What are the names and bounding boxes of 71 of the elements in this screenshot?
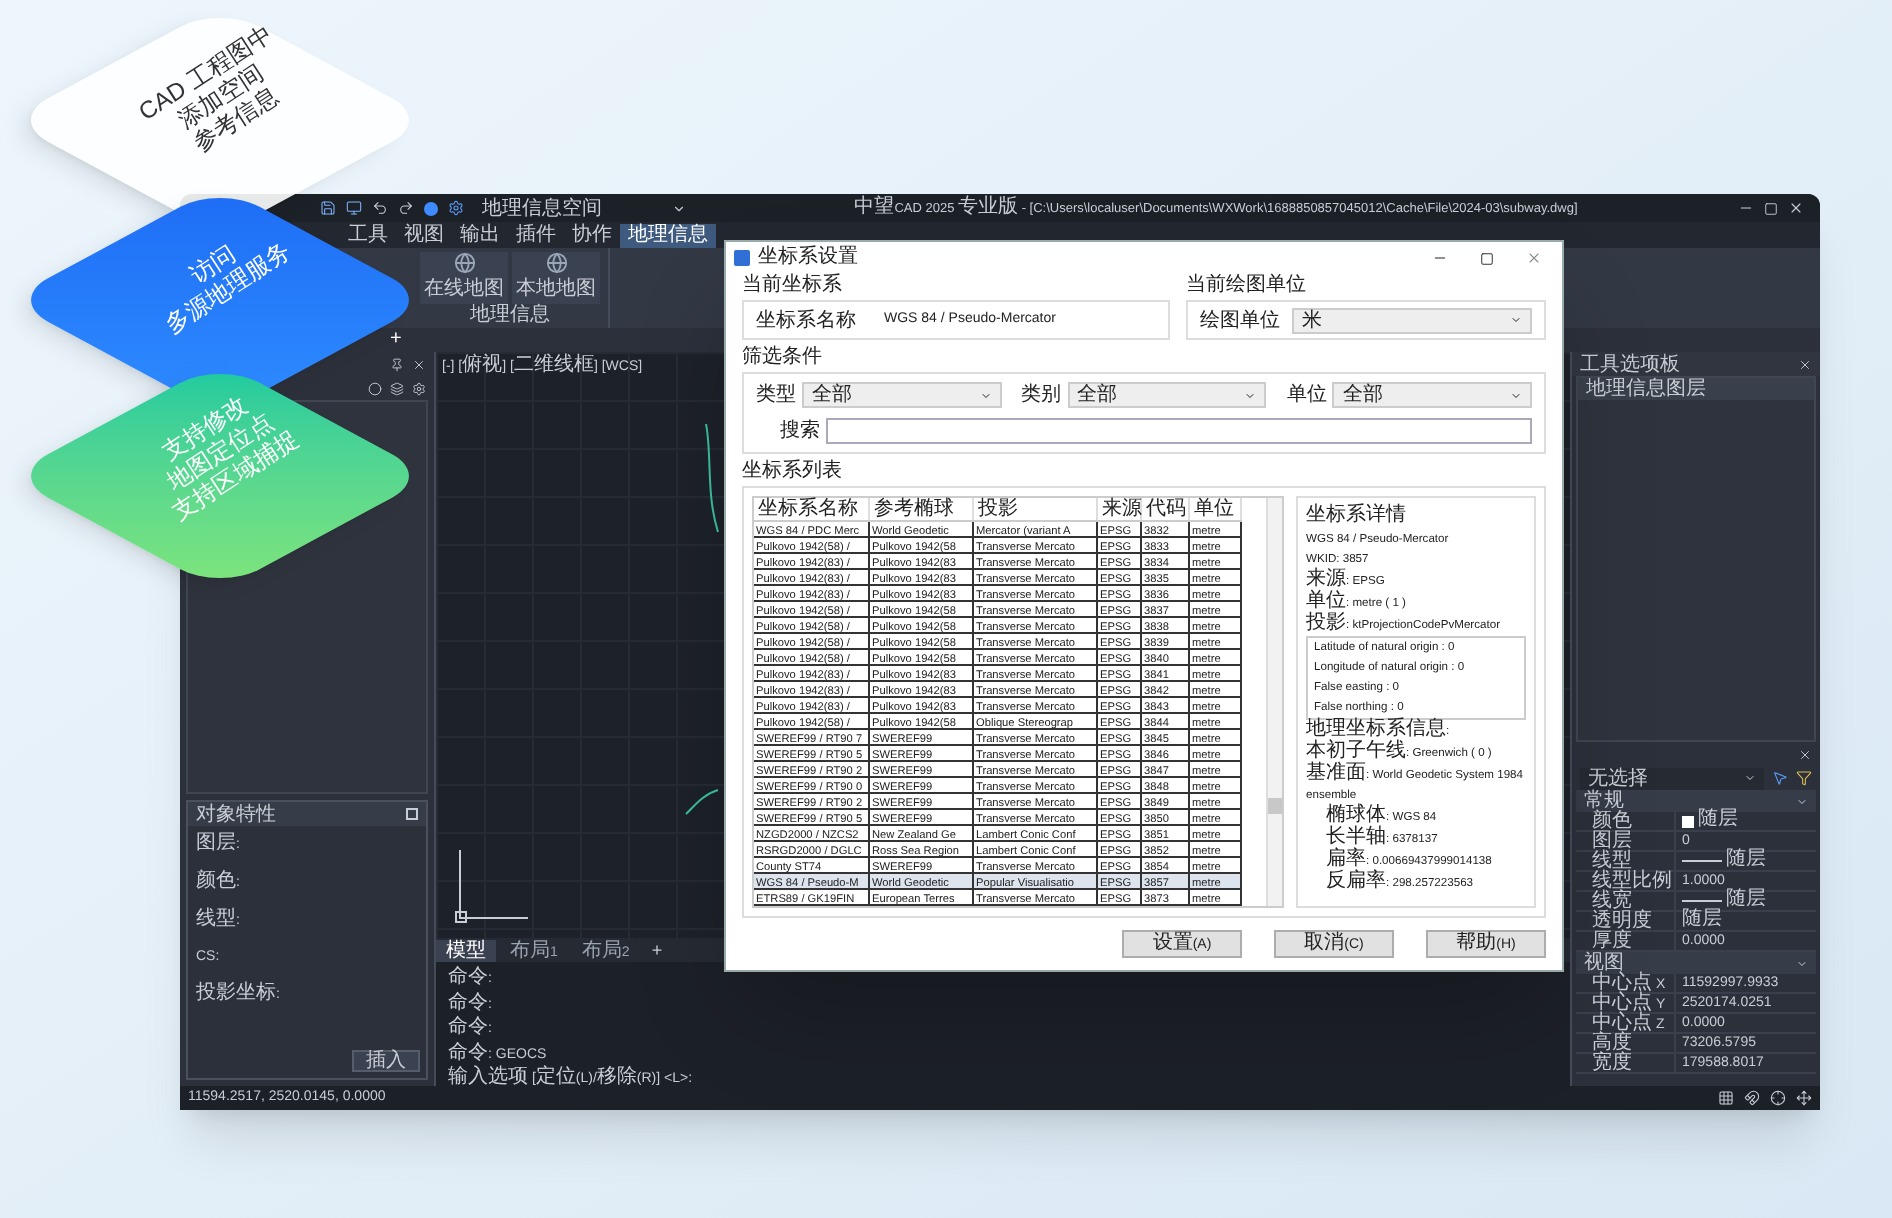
scrollbar[interactable] [1266, 498, 1282, 906]
ribbon-tab[interactable]: 协作 [564, 224, 620, 248]
detail-title: 坐标系详情 [1306, 504, 1408, 530]
line-sample-icon [1682, 900, 1722, 902]
color-swatch-icon [1682, 815, 1694, 827]
add-layout-button[interactable]: + [643, 941, 671, 959]
line-sample-icon [1682, 860, 1722, 862]
save-icon[interactable] [320, 200, 336, 216]
panel-title: 工具选项板 [1580, 351, 1680, 377]
group-title: 当前绘图单位 [1186, 274, 1308, 300]
filter-icon[interactable] [1796, 770, 1812, 786]
move-icon[interactable] [1796, 1090, 1812, 1106]
redo-icon[interactable] [398, 200, 414, 216]
crosshair-icon[interactable] [1770, 1090, 1786, 1106]
app-icon [734, 250, 750, 266]
field-label: 单位 [1286, 381, 1327, 410]
monitor-icon[interactable] [346, 200, 362, 216]
close-icon[interactable] [1798, 747, 1812, 761]
layout-tab[interactable]: 模型 [436, 939, 496, 961]
layers-icon[interactable] [390, 381, 404, 395]
property-value: 随层 [1682, 910, 1722, 932]
collapse-icon[interactable] [406, 808, 418, 820]
ucs-icon [452, 846, 532, 926]
undo-icon[interactable] [372, 200, 388, 216]
field-label: 搜索 [778, 417, 820, 446]
map-button[interactable]: 在线地图 [420, 252, 508, 304]
group-title: 坐标系列表 [742, 460, 844, 486]
close-icon[interactable] [1788, 200, 1804, 216]
pin-icon[interactable] [390, 357, 404, 371]
group-header: 常规 [1584, 789, 1624, 811]
settings-icon[interactable] [448, 200, 464, 216]
new-tab-button[interactable]: + [390, 330, 402, 350]
unit-select[interactable]: 米 [1292, 307, 1532, 333]
snap-icon[interactable] [1744, 1090, 1760, 1106]
ribbon-tab[interactable]: 地理信息 [620, 224, 716, 248]
filter-select[interactable]: 全部 [1067, 382, 1267, 408]
dialog-title: 坐标系设置 [758, 245, 858, 271]
field-label: 类型 [756, 381, 796, 410]
insert-button[interactable]: 插入 [352, 1050, 420, 1072]
filter-select[interactable]: 全部 [802, 382, 1002, 408]
field-label: 绘图单位 [1200, 307, 1280, 335]
search-field[interactable] [826, 418, 1532, 444]
field-label: 类别 [1021, 381, 1062, 410]
group-header: 视图 [1584, 951, 1624, 973]
map-line-drawing [684, 788, 720, 816]
filter-select[interactable]: 全部 [1332, 382, 1533, 408]
group-title: 筛选条件 [742, 346, 824, 372]
workspace-dropdown[interactable]: 地理信息空间 [474, 197, 694, 219]
ribbon-tab[interactable]: 插件 [508, 224, 564, 248]
ribbon-tab[interactable]: 视图 [396, 224, 452, 248]
field-label: 坐标系名称 [756, 307, 856, 335]
maximize-icon[interactable] [1480, 251, 1494, 265]
settings-icon[interactable] [412, 381, 426, 395]
property-value: 随层 [1726, 850, 1766, 872]
grid-icon[interactable] [1718, 1090, 1734, 1106]
panel-title: 对象特性 [196, 801, 276, 829]
ribbon-tab[interactable]: 输出 [452, 224, 508, 248]
map-line-drawing [704, 422, 720, 534]
close-icon[interactable] [412, 357, 426, 371]
ribbon-group-label: 地理信息 [470, 304, 550, 328]
pointer-icon[interactable] [1772, 770, 1788, 786]
property-value: 随层 [1726, 890, 1766, 912]
selection-dropdown[interactable]: 无选择 [1580, 767, 1764, 789]
circle-icon[interactable] [368, 381, 382, 395]
map-button[interactable]: 本地地图 [512, 252, 600, 304]
close-icon[interactable] [1798, 357, 1812, 371]
group-title: 当前坐标系 [742, 274, 844, 300]
globe-icon [545, 252, 567, 274]
globe-icon [453, 252, 475, 274]
property-value: 随层 [1698, 810, 1738, 832]
ribbon-tab[interactable]: 工具 [340, 224, 396, 248]
